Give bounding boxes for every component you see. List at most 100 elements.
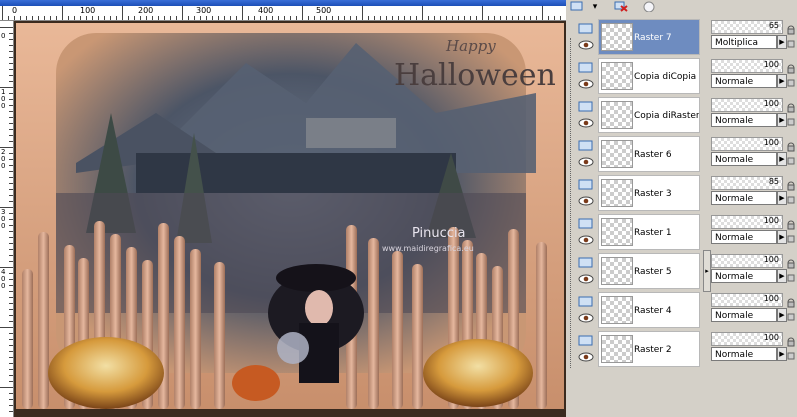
blend-mode-select[interactable]: Moltiplica bbox=[711, 35, 777, 49]
opacity-slider[interactable]: 100 bbox=[711, 98, 783, 112]
ghost-button[interactable] bbox=[640, 0, 658, 13]
layer-properties: 100 Normale ▶ bbox=[709, 212, 795, 251]
layer-name-box[interactable]: Raster 2 bbox=[598, 331, 700, 367]
blend-mode-select[interactable]: Normale bbox=[711, 152, 777, 166]
ruler-tick bbox=[9, 273, 13, 274]
ruler-tick bbox=[9, 333, 13, 334]
blend-mode-select[interactable]: Normale bbox=[711, 113, 777, 127]
opacity-slider[interactable]: 65 bbox=[711, 20, 783, 34]
lock-icon[interactable] bbox=[787, 177, 795, 207]
ruler-tick bbox=[410, 16, 411, 20]
layer-row[interactable]: Raster 4 bbox=[566, 290, 706, 329]
eye-icon[interactable] bbox=[578, 156, 594, 168]
ruler-tick bbox=[9, 183, 13, 184]
opacity-slider[interactable]: 100 bbox=[711, 59, 783, 73]
layer-row[interactable]: Raster 6 bbox=[566, 134, 706, 173]
blend-dropdown-arrow[interactable]: ▶ bbox=[777, 191, 787, 205]
blend-mode-select[interactable]: Normale bbox=[711, 74, 777, 88]
opacity-slider[interactable]: 100 bbox=[711, 332, 783, 346]
ruler-tick bbox=[9, 171, 13, 172]
ruler-tick bbox=[272, 16, 273, 20]
layer-name: Raster 1 bbox=[634, 228, 672, 238]
eye-icon[interactable] bbox=[578, 234, 594, 246]
delete-layer-button[interactable] bbox=[612, 0, 630, 13]
layer-type-icon bbox=[578, 296, 593, 307]
layer-name-box[interactable]: Copia diCopia d bbox=[598, 58, 700, 94]
ruler-tick bbox=[9, 93, 13, 94]
ruler-tick bbox=[9, 303, 13, 304]
fence-post bbox=[22, 269, 33, 409]
layer-name-box[interactable]: Raster 3 bbox=[598, 175, 700, 211]
layer-name: Raster 3 bbox=[634, 189, 672, 199]
ruler-tick bbox=[9, 39, 13, 40]
opacity-slider[interactable]: 100 bbox=[711, 137, 783, 151]
layer-row[interactable]: Raster 3 bbox=[566, 173, 706, 212]
ruler-tick bbox=[9, 117, 13, 118]
lock-icon[interactable] bbox=[787, 255, 795, 285]
ruler-tick bbox=[9, 261, 13, 262]
blend-mode-select[interactable]: Normale bbox=[711, 191, 777, 205]
blend-dropdown-arrow[interactable]: ▶ bbox=[777, 308, 787, 322]
blend-mode-select[interactable]: Normale bbox=[711, 230, 777, 244]
ruler-tick bbox=[9, 111, 13, 112]
opacity-slider[interactable]: 100 bbox=[711, 215, 783, 229]
blend-dropdown-arrow[interactable]: ▶ bbox=[777, 230, 787, 244]
layer-row[interactable]: Raster 7 bbox=[566, 17, 706, 56]
panel-splitter-arrow[interactable]: ▸ bbox=[703, 250, 711, 292]
ruler-tick bbox=[440, 16, 441, 20]
layer-row[interactable]: Raster 1 bbox=[566, 212, 706, 251]
eye-icon[interactable] bbox=[578, 351, 594, 363]
layer-row[interactable]: Copia diCopia d bbox=[566, 56, 706, 95]
opacity-value: 100 bbox=[763, 60, 779, 69]
layer-name-box[interactable]: Raster 6 bbox=[598, 136, 700, 172]
ruler-tick bbox=[302, 6, 303, 20]
eye-icon[interactable] bbox=[578, 273, 594, 285]
layer-properties: 100 Normale ▶ bbox=[709, 251, 795, 290]
opacity-slider[interactable]: 100 bbox=[711, 293, 783, 307]
layer-name: Raster 7 bbox=[634, 33, 672, 43]
new-layer-button[interactable] bbox=[568, 0, 586, 13]
ruler-tick bbox=[9, 297, 13, 298]
layer-row[interactable]: Raster 5 bbox=[566, 251, 706, 290]
blend-dropdown-arrow[interactable]: ▶ bbox=[777, 347, 787, 361]
lock-icon[interactable] bbox=[787, 294, 795, 324]
layer-name-box[interactable]: Raster 4 bbox=[598, 292, 700, 328]
layer-thumbnail bbox=[601, 101, 633, 129]
layer-dropdown-button[interactable]: ▾ bbox=[586, 0, 604, 13]
lock-icon[interactable] bbox=[787, 99, 795, 129]
ruler-tick bbox=[422, 6, 423, 20]
lock-icon[interactable] bbox=[787, 21, 795, 51]
layer-row[interactable]: Raster 2 bbox=[566, 329, 706, 368]
eye-icon[interactable] bbox=[578, 312, 594, 324]
lock-icon[interactable] bbox=[787, 216, 795, 246]
blend-mode-select[interactable]: Normale bbox=[711, 347, 777, 361]
layer-row[interactable]: Copia diRaster 6 bbox=[566, 95, 706, 134]
eye-icon[interactable] bbox=[578, 195, 594, 207]
layer-name-box[interactable]: Copia diRaster 6 bbox=[598, 97, 700, 133]
lock-icon[interactable] bbox=[787, 138, 795, 168]
lock-icon[interactable] bbox=[787, 60, 795, 90]
layer-name-box[interactable]: Raster 1 bbox=[598, 214, 700, 250]
ruler-tick bbox=[134, 16, 135, 20]
ruler-tick bbox=[446, 16, 447, 20]
blend-mode-select[interactable]: Normale bbox=[711, 308, 777, 322]
blend-dropdown-arrow[interactable]: ▶ bbox=[777, 269, 787, 283]
blend-dropdown-arrow[interactable]: ▶ bbox=[777, 113, 787, 127]
opacity-slider[interactable]: 85 bbox=[711, 176, 783, 190]
blend-dropdown-arrow[interactable]: ▶ bbox=[777, 74, 787, 88]
image-canvas[interactable]: Happy Halloween Pinuccia www.maidiregraf… bbox=[14, 21, 566, 417]
eye-icon[interactable] bbox=[578, 78, 594, 90]
layer-name-box[interactable]: Raster 7 bbox=[598, 19, 700, 55]
opacity-slider[interactable]: 100 bbox=[711, 254, 783, 268]
layer-properties: 100 Normale ▶ bbox=[709, 134, 795, 173]
eye-icon[interactable] bbox=[578, 39, 594, 51]
ruler-tick bbox=[9, 381, 13, 382]
blend-mode-select[interactable]: Normale bbox=[711, 269, 777, 283]
ruler-tick bbox=[9, 345, 13, 346]
lock-icon[interactable] bbox=[787, 333, 795, 363]
layer-name-box[interactable]: Raster 5 bbox=[598, 253, 700, 289]
blend-dropdown-arrow[interactable]: ▶ bbox=[777, 152, 787, 166]
ghost-icon bbox=[643, 1, 655, 12]
blend-dropdown-arrow[interactable]: ▶ bbox=[777, 35, 787, 49]
eye-icon[interactable] bbox=[578, 117, 594, 129]
